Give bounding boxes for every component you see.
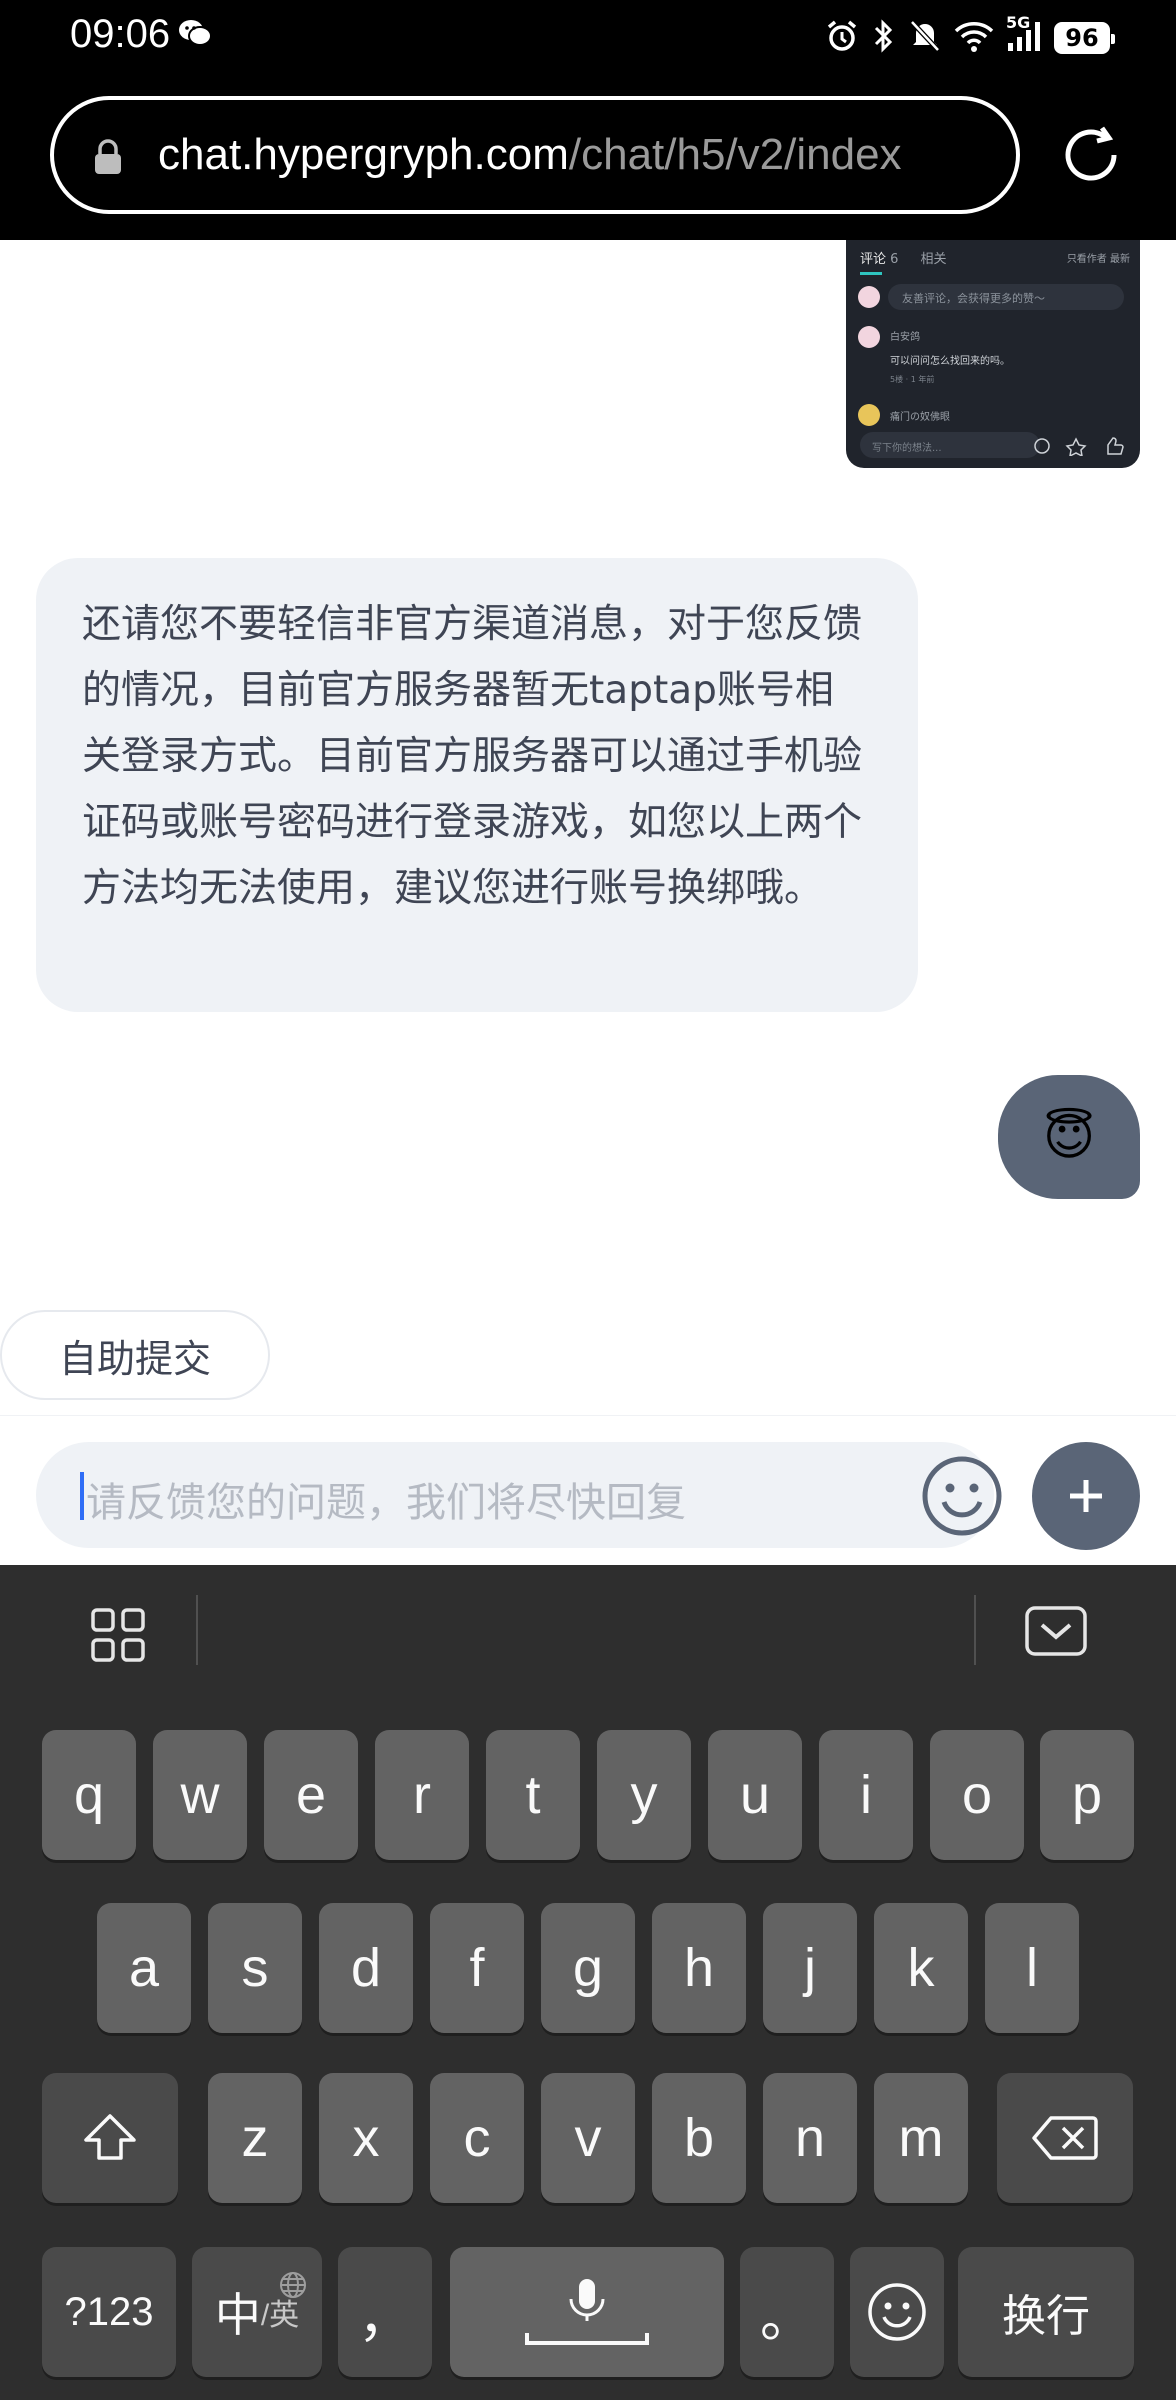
key-i[interactable]: i [819,1730,913,1860]
return-key[interactable]: 换行 [958,2247,1134,2377]
thumb-filter: 只看作者 最新 [1066,254,1130,265]
backspace-icon [1032,2116,1098,2160]
hide-keyboard-icon[interactable] [1024,1605,1088,1661]
plus-icon [1070,1480,1102,1512]
globe-icon [278,2257,308,2311]
key-x[interactable]: x [319,2073,413,2203]
browser-toolbar: chat.hypergryph.com/chat/h5/v2/index [0,80,1176,240]
thumb-action-icons [1034,437,1124,456]
key-p[interactable]: p [1040,1730,1134,1860]
key-b[interactable]: b [652,2073,746,2203]
key-y[interactable]: y [597,1730,691,1860]
key-k[interactable]: k [874,1903,968,2033]
space-key[interactable] [450,2247,724,2377]
network-type: 5G [1006,13,1031,32]
key-f[interactable]: f [430,1903,524,2033]
key-s[interactable]: s [208,1903,302,2033]
key-r[interactable]: r [375,1730,469,1860]
key-w[interactable]: w [153,1730,247,1860]
thumb-avatar [858,404,880,426]
key-l[interactable]: l [985,1903,1079,2033]
comma-key[interactable]: ， [338,2247,432,2377]
thumb-comment1-text: 可以问问怎么找回来的吗。 [890,356,1010,367]
key-v[interactable]: v [541,2073,635,2203]
key-g[interactable]: g [541,1903,635,2033]
url-host: chat.hypergryph.com [158,130,569,179]
battery-icon: 96 [1054,22,1115,54]
soft-keyboard: q w e r t y u i o p a s d f g h j k l z … [0,1565,1176,2400]
signal-icon: 5G [1006,13,1042,57]
thumb-tab-related: 相关 [920,252,947,267]
alarm-icon [824,18,860,58]
mute-icon [908,18,942,58]
address-bar[interactable]: chat.hypergryph.com/chat/h5/v2/index [50,96,1020,214]
thumb-comment2-user: 痛门の奴佛眼 [890,412,950,423]
period-key[interactable]: 。 [740,2247,834,2377]
key-o[interactable]: o [930,1730,1024,1860]
language-switch-key[interactable]: 中/英 [192,2247,322,2377]
outgoing-message-bubble: 😇 [998,1075,1140,1199]
emoji-key[interactable] [850,2247,944,2377]
thumb-comment1-user: 白安鸽 [890,332,920,343]
text-caret [80,1472,84,1520]
keyboard-toolbar [0,1565,1176,1695]
message-input[interactable]: 请反馈您的问题，我们将尽快回复 [36,1442,1002,1548]
self-service-submit-button[interactable]: 自助提交 [0,1310,270,1400]
key-n[interactable]: n [763,2073,857,2203]
message-input-row: 请反馈您的问题，我们将尽快回复 [0,1415,1176,1565]
key-d[interactable]: d [319,1903,413,2033]
key-t[interactable]: t [486,1730,580,1860]
incoming-message-bubble: 还请您不要轻信非官方渠道消息，对于您反馈的情况，目前官方服务器暂无taptap账… [36,558,918,1012]
keyboard-menu-icon[interactable] [90,1607,146,1667]
key-a[interactable]: a [97,1903,191,2033]
emoji-icon[interactable] [920,1454,1004,1542]
thumb-comment-input: 友善评论，会获得更多的赞～ [888,284,1124,310]
backspace-key[interactable] [997,2073,1133,2203]
wifi-icon [954,19,994,57]
status-bar: 09:06 5G 96 [0,0,1176,80]
lock-icon [92,138,124,180]
key-u[interactable]: u [708,1730,802,1860]
key-e[interactable]: e [264,1730,358,1860]
key-c[interactable]: c [430,2073,524,2203]
status-time: 09:06 [70,12,171,56]
reload-icon[interactable] [1058,122,1124,192]
microphone-icon [525,2279,649,2345]
bluetooth-icon [872,18,896,58]
url-text[interactable]: chat.hypergryph.com/chat/h5/v2/index [158,130,902,180]
smiley-icon [868,2283,926,2341]
chat-area[interactable]: 评论 6 相关 只看作者 最新 友善评论，会获得更多的赞～ 白安鸽 可以问问怎么… [0,240,1176,1415]
thumb-avatar [858,286,880,308]
symbols-key[interactable]: ?123 [42,2247,176,2377]
thumb-avatar [858,326,880,348]
add-attachment-button[interactable] [1032,1442,1140,1550]
incoming-message-text: 还请您不要轻信非官方渠道消息，对于您反馈的情况，目前官方服务器暂无taptap账… [82,602,863,911]
key-q[interactable]: q [42,1730,136,1860]
key-z[interactable]: z [208,2073,302,2203]
thumb-comment1-meta: 5楼 · 1 年前 [890,375,935,384]
thumb-tab-comments: 评论 [860,252,887,267]
thumb-bottom-input: 写下你的想法... [860,432,1040,458]
halo-emoji: 😇 [1042,1108,1096,1166]
url-path: /chat/h5/v2/index [568,130,902,179]
wechat-icon [178,18,212,52]
thumb-tab-count: 6 [890,252,899,267]
key-j[interactable]: j [763,1903,857,2033]
shift-icon [84,2114,136,2160]
sent-screenshot-image[interactable]: 评论 6 相关 只看作者 最新 友善评论，会获得更多的赞～ 白安鸽 可以问问怎么… [846,240,1140,468]
thumb-tabs: 评论 6 相关 [860,248,947,275]
shift-key[interactable] [42,2073,178,2203]
key-zh-label: 中 [214,2289,261,2341]
message-input-placeholder: 请反馈您的问题，我们将尽快回复 [86,1480,686,1526]
key-m[interactable]: m [874,2073,968,2203]
key-h[interactable]: h [652,1903,746,2033]
